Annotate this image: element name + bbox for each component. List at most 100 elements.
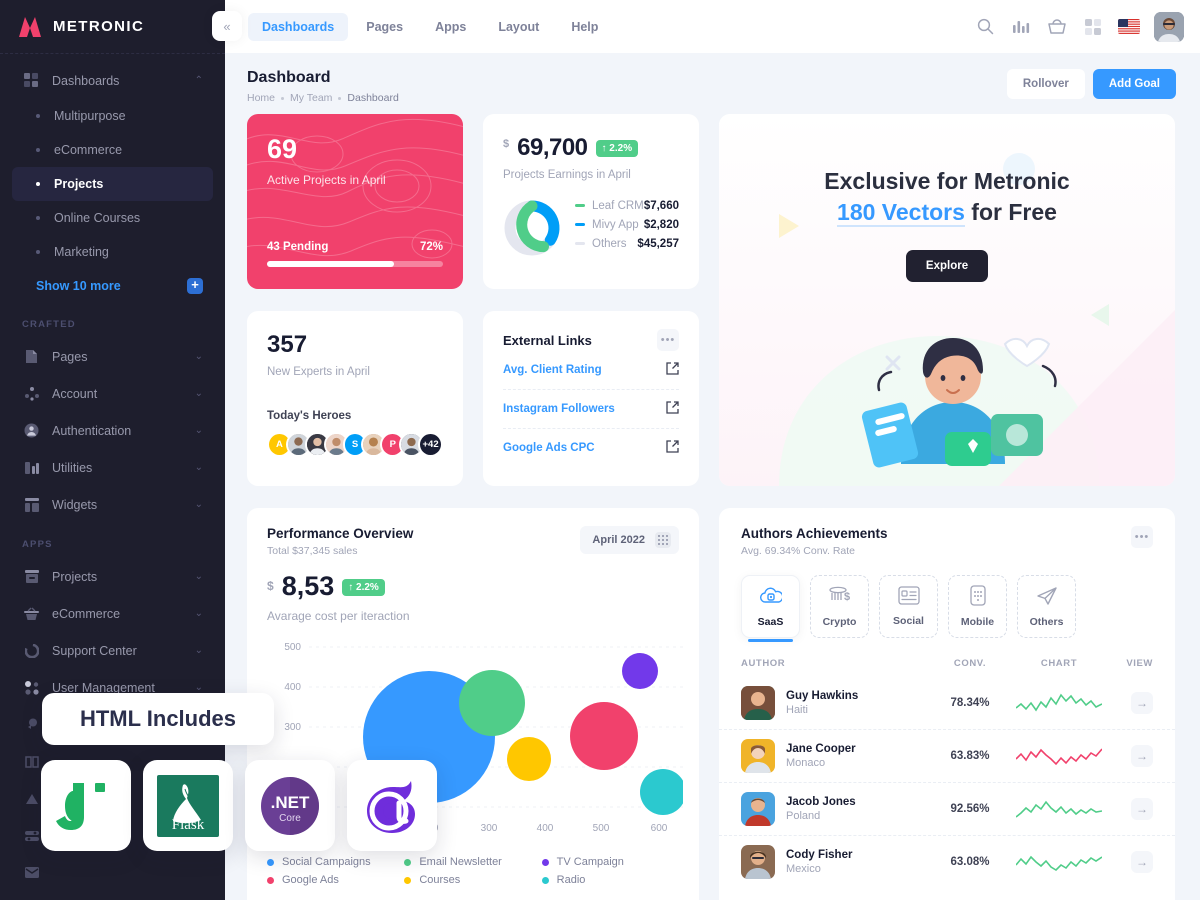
chart-bars-icon bbox=[22, 459, 41, 477]
sparkline-chart bbox=[1013, 743, 1105, 769]
sidebar-item-authentication[interactable]: Authentication ⌄ bbox=[12, 412, 213, 449]
sidebar-item-projects-app[interactable]: Projects ⌄ bbox=[12, 558, 213, 595]
breadcrumb-home[interactable]: Home bbox=[247, 92, 275, 104]
show-more-button[interactable]: Show 10 more + bbox=[12, 269, 213, 303]
author-country: Poland bbox=[786, 810, 821, 822]
new-experts-label: New Experts in April bbox=[267, 366, 370, 378]
active-projects-label: Active Projects in April bbox=[267, 173, 386, 187]
tab-social[interactable]: Social bbox=[879, 575, 938, 638]
sidebar-item-online-courses[interactable]: Online Courses bbox=[12, 201, 213, 235]
sidebar-item-marketing[interactable]: Marketing bbox=[12, 235, 213, 269]
dots-horizontal-icon[interactable]: ••• bbox=[657, 329, 679, 351]
django-logo-tile[interactable] bbox=[41, 760, 131, 851]
authors-achievements-card: Authors Achievements Avg. 69.34% Conv. R… bbox=[719, 508, 1175, 900]
table-row[interactable]: Jane Cooper Monaco 63.83% → bbox=[719, 729, 1175, 782]
book-open-icon bbox=[22, 755, 41, 768]
performance-amount-block: $ 8,53 ↑ 2.2% bbox=[267, 573, 679, 600]
tab-others[interactable]: Others bbox=[1017, 575, 1076, 638]
date-range-selector[interactable]: April 2022 bbox=[580, 526, 679, 554]
currency-symbol: $ bbox=[267, 579, 274, 593]
arrow-right-icon[interactable]: → bbox=[1131, 692, 1153, 714]
sidebar-item-ecommerce-app[interactable]: eCommerce ⌄ bbox=[12, 595, 213, 632]
tab-apps[interactable]: Apps bbox=[421, 13, 480, 41]
tab-help[interactable]: Help bbox=[557, 13, 612, 41]
bubble-google-ads[interactable] bbox=[570, 702, 638, 770]
search-icon[interactable] bbox=[974, 16, 996, 38]
sidebar-sub-label: Multipurpose bbox=[54, 109, 126, 123]
blazor-logo-tile[interactable] bbox=[347, 760, 437, 851]
bullet-icon bbox=[36, 114, 40, 118]
bubble-email-newsletter[interactable] bbox=[459, 670, 525, 736]
earnings-card: $ 69,700 ↑ 2.2% Projects Earnings in Apr… bbox=[483, 114, 699, 289]
flask-logo-tile[interactable]: Flask bbox=[143, 760, 233, 851]
arrow-right-icon[interactable]: → bbox=[1131, 851, 1153, 873]
legend-dash-icon bbox=[575, 242, 585, 245]
bubble-radio[interactable] bbox=[640, 769, 686, 815]
earnings-delta-badge: ↑ 2.2% bbox=[595, 139, 639, 157]
sidebar-item-account[interactable]: Account ⌄ bbox=[12, 375, 213, 412]
arrow-right-icon[interactable]: → bbox=[1131, 798, 1153, 820]
banner-line1: Exclusive for Metronic bbox=[824, 168, 1070, 194]
performance-amount: 8,53 bbox=[281, 571, 335, 601]
bubble-tv-campaign[interactable] bbox=[622, 653, 658, 689]
legend-item: Social Campaigns bbox=[267, 856, 404, 868]
sidebar-item-projects[interactable]: Projects bbox=[12, 167, 213, 201]
grid-icon bbox=[22, 72, 41, 90]
sidebar-item-chat[interactable]: Chat ⌄ bbox=[12, 891, 213, 900]
table-row[interactable]: Jacob Jones Poland 92.56% → bbox=[719, 782, 1175, 835]
add-goal-button[interactable]: Add Goal bbox=[1092, 69, 1176, 99]
bank-dollar-icon: $ bbox=[828, 586, 851, 609]
external-link-row[interactable]: Google Ads CPC bbox=[503, 428, 679, 467]
banner-highlight[interactable]: 180 Vectors bbox=[837, 199, 965, 228]
sidebar-item-dashboards[interactable]: Dashboards ⌃ bbox=[12, 62, 213, 99]
tab-dashboards[interactable]: Dashboards bbox=[248, 12, 349, 41]
tab-pages[interactable]: Pages bbox=[352, 13, 417, 41]
dotnet-core-logo-tile[interactable]: .NET Core bbox=[245, 760, 335, 851]
sidebar-item-utilities[interactable]: Utilities ⌄ bbox=[12, 449, 213, 486]
sidebar-item-pages[interactable]: Pages ⌄ bbox=[12, 338, 213, 375]
sidebar-collapse-button[interactable]: « bbox=[212, 11, 242, 41]
page-title: Dashboard bbox=[247, 69, 331, 86]
external-link-label: Instagram Followers bbox=[503, 403, 615, 415]
sidebar-item-support-center[interactable]: Support Center ⌄ bbox=[12, 632, 213, 669]
chart-bars-icon[interactable] bbox=[1010, 16, 1032, 38]
shuffle-icon bbox=[22, 385, 41, 403]
avatar-overflow-count[interactable]: +42 bbox=[418, 432, 444, 457]
dots-horizontal-icon[interactable]: ••• bbox=[1131, 526, 1153, 548]
sidebar-item-envelope[interactable] bbox=[12, 854, 213, 891]
tab-saas[interactable]: SaaS bbox=[741, 575, 800, 642]
header-actions bbox=[974, 11, 1200, 42]
avatar bbox=[741, 739, 775, 773]
apps-grid-icon[interactable] bbox=[1082, 16, 1104, 38]
legend-row: Others $45,257 bbox=[575, 238, 679, 250]
table-row[interactable]: Cody Fisher Mexico 63.08% → bbox=[719, 835, 1175, 888]
basket-icon[interactable] bbox=[1046, 16, 1068, 38]
plus-icon[interactable]: + bbox=[187, 278, 203, 294]
performance-caption: Avarage cost per iteraction bbox=[267, 609, 410, 623]
tab-layout[interactable]: Layout bbox=[484, 13, 553, 41]
us-flag-icon[interactable] bbox=[1118, 19, 1140, 34]
sidebar-item-label: Widgets bbox=[52, 497, 98, 512]
bullet-icon bbox=[36, 250, 40, 254]
active-projects-card: 69 Active Projects in April 43 Pending 7… bbox=[247, 114, 463, 289]
user-circle-icon bbox=[22, 422, 41, 440]
legend-label: Radio bbox=[556, 874, 586, 886]
layout-icon bbox=[22, 496, 41, 514]
external-link-row[interactable]: Avg. Client Rating bbox=[503, 351, 679, 389]
tab-crypto[interactable]: $ Crypto bbox=[810, 575, 869, 638]
table-row[interactable]: Guy Hawkins Haiti 78.34% → bbox=[719, 677, 1175, 729]
bullet-icon bbox=[36, 148, 40, 152]
avatar[interactable] bbox=[1154, 11, 1184, 42]
sidebar-item-ecommerce[interactable]: eCommerce bbox=[12, 133, 213, 167]
sidebar-item-multipurpose[interactable]: Multipurpose bbox=[12, 99, 213, 133]
tab-mobile[interactable]: Mobile bbox=[948, 575, 1007, 638]
sidebar-item-widgets[interactable]: Widgets ⌄ bbox=[12, 486, 213, 523]
bubble-courses[interactable] bbox=[507, 737, 551, 781]
breadcrumb-separator bbox=[281, 96, 285, 100]
rollover-button[interactable]: Rollover bbox=[1006, 69, 1085, 99]
arrow-right-icon[interactable]: → bbox=[1131, 745, 1153, 767]
explore-button[interactable]: Explore bbox=[905, 250, 989, 283]
breadcrumb-my-team[interactable]: My Team bbox=[290, 92, 332, 104]
external-link-row[interactable]: Instagram Followers bbox=[503, 389, 679, 428]
avatar bbox=[741, 792, 775, 826]
